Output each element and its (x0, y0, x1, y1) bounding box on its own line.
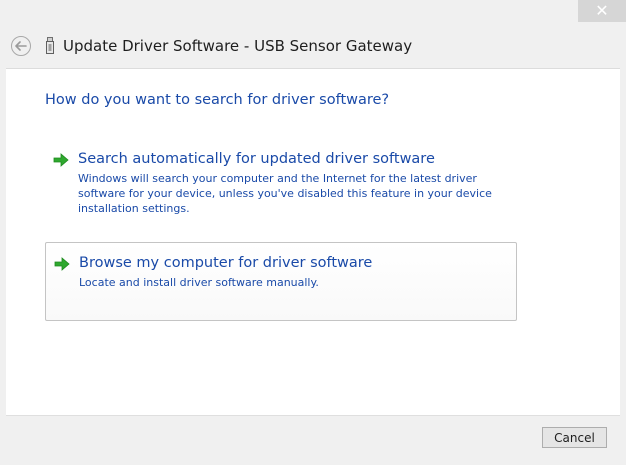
window-bottom-edge (0, 459, 626, 465)
green-arrow-icon (53, 153, 69, 167)
browse-computer-option[interactable]: Browse my computer for driver software L… (45, 242, 517, 321)
page-heading: How do you want to search for driver sof… (45, 92, 390, 108)
device-icon (46, 37, 54, 54)
close-icon: ✕ (595, 1, 609, 20)
search-automatically-option[interactable]: Search automatically for updated driver … (45, 144, 517, 220)
option-title: Search automatically for updated driver … (78, 151, 435, 167)
back-button[interactable] (11, 36, 31, 56)
content-panel: How do you want to search for driver sof… (6, 68, 620, 416)
cancel-button[interactable]: Cancel (542, 427, 607, 448)
green-arrow-icon (54, 257, 70, 271)
title-bar: Update Driver Software - USB Sensor Gate… (0, 28, 626, 66)
dialog-footer: Cancel (6, 415, 620, 460)
back-arrow-icon (15, 41, 27, 51)
option-description: Windows will search your computer and th… (78, 172, 492, 215)
window-title: Update Driver Software - USB Sensor Gate… (63, 37, 413, 55)
option-title: Browse my computer for driver software (79, 255, 373, 271)
update-driver-dialog: ✕ Update Driver Software - USB Sensor Ga… (0, 0, 626, 465)
option-description: Locate and install driver software manua… (79, 276, 319, 289)
close-button[interactable]: ✕ (578, 0, 626, 22)
